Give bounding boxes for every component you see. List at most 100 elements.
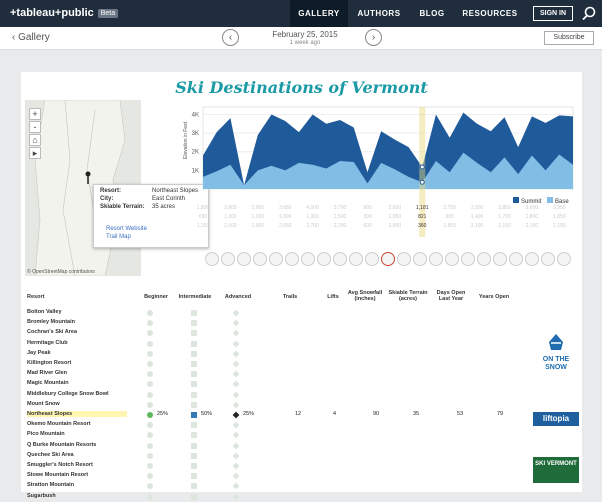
ski-vermont-logo[interactable]: SKI VERMONT [533,457,579,483]
publish-date: February 25, 2015 [272,30,338,39]
resort-logo-icon[interactable] [445,252,459,266]
table-row[interactable]: Pico Mountain [25,430,535,440]
table-row[interactable]: Okemo Mountain Resort [25,420,535,430]
resort-logo-icon[interactable] [285,252,299,266]
tooltip-terrain-key: Skiable Terrain: [100,204,145,210]
table-row[interactable]: Bolton Valley [25,308,535,318]
value-strip-cell: 1,800 [526,214,539,220]
value-strip-cell: 1,300 [224,214,237,220]
table-row[interactable]: Q Burke Mountain Resorts [25,441,535,451]
y-axis-label: Elevation in Feet [183,121,189,159]
header-terrain[interactable]: Skiable Terrain (acres) [387,290,429,302]
resort-logo-icon[interactable] [237,252,251,266]
back-to-gallery-link[interactable]: ‹ Gallery [12,32,50,43]
next-viz-button[interactable]: › [365,29,382,46]
table-row[interactable]: Killington Resort [25,359,535,369]
header-beginner[interactable]: Beginner [141,294,171,300]
resort-logo-icon[interactable] [429,252,443,266]
zoom-in-button[interactable]: + [29,108,41,120]
table-row[interactable]: Cochran's Ski Area [25,328,535,338]
beginner-marker [147,310,153,316]
intermediate-marker [191,401,197,408]
intermediate-marker [191,483,197,490]
search-icon[interactable] [581,5,597,21]
resort-logo-icon[interactable] [349,252,363,266]
resort-name: Mount Snow [27,400,60,407]
intermediate-marker [191,371,197,378]
header-years-open[interactable]: Years Open [477,294,511,300]
nav-resources[interactable]: RESOURCES [458,0,522,27]
value-strip-cell: 2,650 [279,223,292,229]
advanced-marker [232,380,240,388]
table-row[interactable]: Sugarbush [25,492,535,502]
zoom-out-button[interactable]: - [29,121,41,133]
table-row[interactable]: Mount Snow [25,400,535,410]
resort-website-link[interactable]: Resort Website [106,226,147,232]
header-intermediate[interactable]: Intermediate [175,294,215,300]
table-row[interactable]: Mad River Glen [25,369,535,379]
header-days-open[interactable]: Days Open Last Year [433,290,469,302]
resort-logo-icon[interactable] [221,252,235,266]
table-row[interactable]: Bromley Mountain [25,318,535,328]
tableau-public-logo[interactable]: +tableau+public Beta [10,7,119,19]
resort-logo-icon[interactable] [477,252,491,266]
advanced-marker [232,411,240,419]
advanced-marker [232,370,240,378]
table-cell-a: 25% [243,411,255,417]
table-row[interactable]: Hermitage Club [25,339,535,349]
header-snowfall[interactable]: Avg Snowfall (inches) [345,290,385,302]
table-row[interactable]: Middlebury College Snow Bowl [25,390,535,400]
advanced-marker [232,462,240,470]
resort-logo-icon[interactable] [269,252,283,266]
value-strip-cell: 2,100 [553,223,566,229]
resort-logo-icon[interactable] [493,252,507,266]
value-strip-cell: 2,150 [498,223,511,229]
value-strip-cell: 1,000 [252,214,265,220]
onthesnow-logo[interactable]: ON THE SNOW [533,332,579,372]
nav-gallery[interactable]: GALLERY [290,0,348,27]
resort-logo-icon[interactable] [333,252,347,266]
table-row[interactable]: Northeast Slopes 25% 50% 25% 12 4 90 35 53 79 [25,410,535,420]
previous-viz-button[interactable]: ‹ [222,29,239,46]
resort-logo-icon[interactable] [557,252,571,266]
value-strip-cell: 1,850 [553,214,566,220]
table-row[interactable]: Stowe Mountain Resort [25,471,535,481]
resort-logo-icon[interactable] [525,252,539,266]
resort-logo-icon[interactable] [365,252,379,266]
intermediate-marker [191,463,197,469]
trail-map-link[interactable]: Trail Map [106,234,131,240]
resort-logo-icon[interactable] [253,252,267,266]
resort-name: Stowe Mountain Resort [27,472,89,479]
header-trails[interactable]: Trails [275,294,305,300]
resort-logo-icon[interactable] [381,252,395,266]
resort-logo-icon[interactable] [317,252,331,266]
resort-logo-icon[interactable] [541,252,555,266]
resort-name: Mad River Glen [27,370,68,377]
header-lifts[interactable]: Lifts [321,294,345,300]
table-row[interactable]: Smuggler's Notch Resort [25,461,535,471]
table-row[interactable]: Magic Mountain [25,379,535,389]
table-row[interactable]: Stratton Mountain [25,481,535,491]
resort-logo-icon[interactable] [397,252,411,266]
header-advanced[interactable]: Advanced [221,294,255,300]
resort-logo-icon[interactable] [509,252,523,266]
nav-blog[interactable]: BLOG [412,0,452,27]
resort-logo-icon[interactable] [301,252,315,266]
nav-authors[interactable]: AUTHORS [348,0,410,27]
subscribe-button[interactable]: Subscribe [544,31,594,45]
value-strip-cell: 300 [363,214,372,220]
resort-logo-icon[interactable] [413,252,427,266]
value-strip-cell: 1,400 [471,214,484,220]
intermediate-marker [191,320,197,327]
table-row[interactable]: Jay Peak [25,349,535,359]
beginner-marker [147,361,153,367]
liftopia-logo[interactable]: liftopia [533,412,579,426]
table-row[interactable]: Quechee Ski Area [25,451,535,461]
header-resort[interactable]: Resort [27,294,44,300]
resort-logo-icon[interactable] [205,252,219,266]
mountain-icon [549,334,563,350]
home-icon[interactable]: ⌂ [29,134,41,146]
sign-in-button[interactable]: SIGN IN [533,6,573,21]
resort-logo-icon[interactable] [461,252,475,266]
play-icon[interactable]: ▸ [29,147,41,159]
